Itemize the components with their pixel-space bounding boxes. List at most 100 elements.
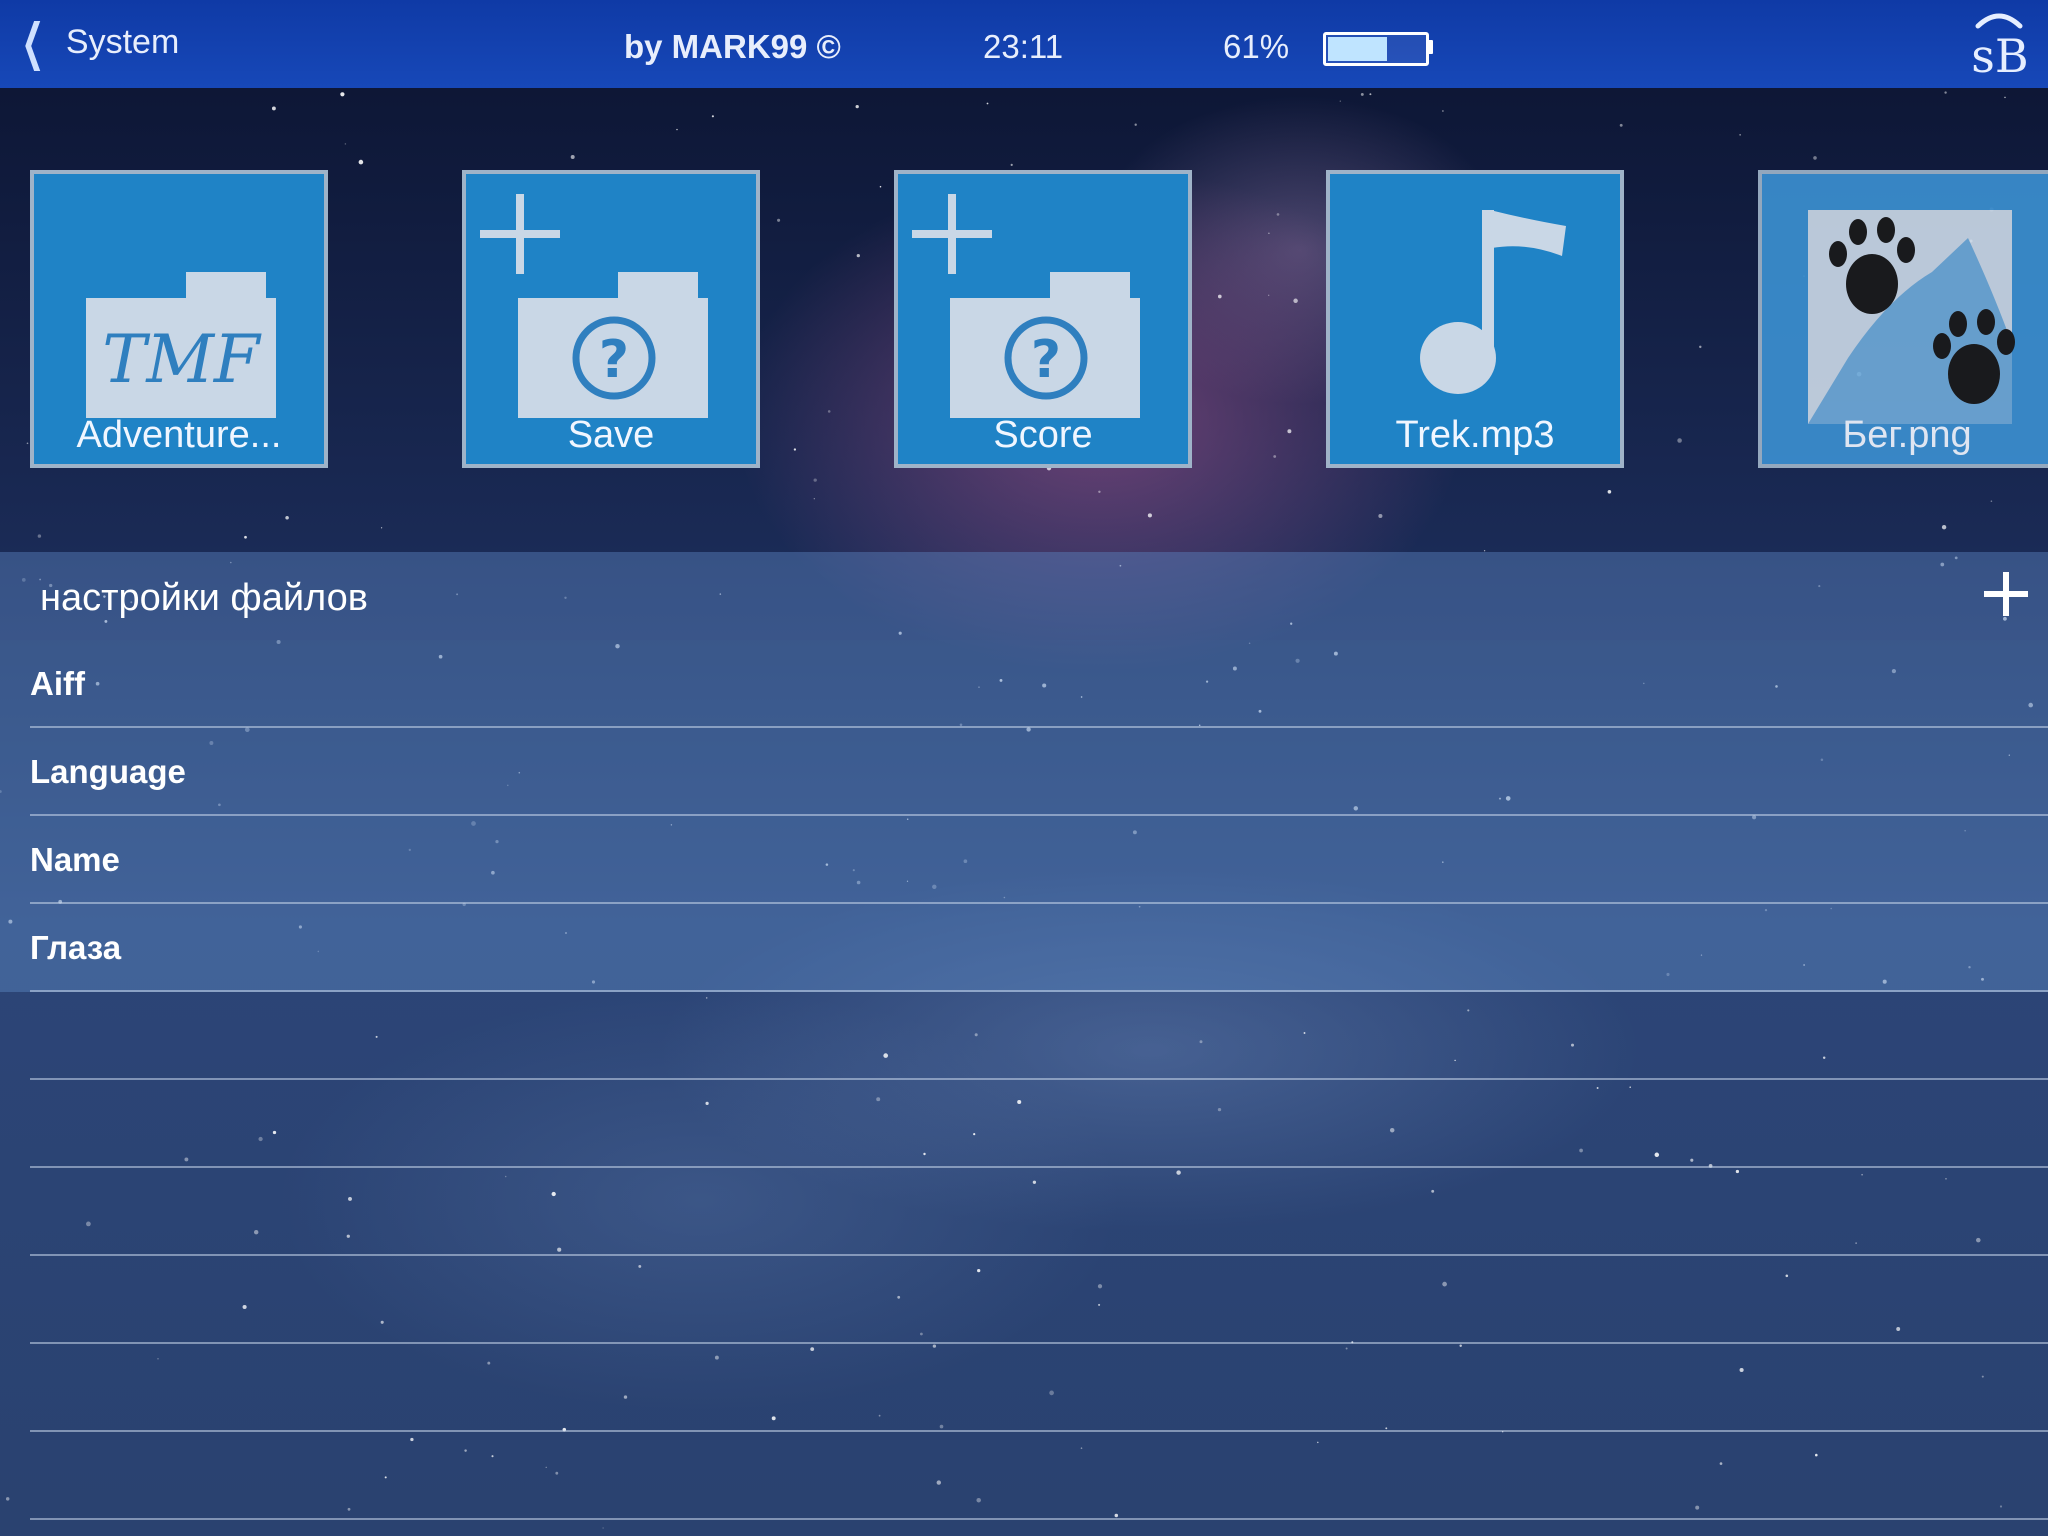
star <box>1454 1059 1456 1062</box>
battery-icon <box>1323 32 1429 66</box>
star <box>1785 1274 1789 1278</box>
tile-beg-png[interactable]: Бег.png <box>1758 170 2048 468</box>
star <box>897 1295 901 1299</box>
star <box>1739 1367 1744 1373</box>
star <box>1861 1173 1863 1176</box>
star <box>244 535 247 539</box>
star <box>1813 156 1817 160</box>
add-setting-button[interactable] <box>1984 572 2028 616</box>
file-tiles: TMF Adventure... ? Save ? Score Trek.mp3… <box>0 170 2048 470</box>
divider <box>30 1342 2048 1344</box>
star <box>813 478 817 482</box>
star <box>1981 1375 1984 1378</box>
star <box>1695 1505 1700 1510</box>
list-item-name[interactable]: Name <box>0 816 2048 904</box>
divider <box>30 1166 2048 1168</box>
star <box>705 997 708 999</box>
star <box>876 1097 881 1102</box>
star <box>1010 163 1013 166</box>
star <box>923 1152 926 1156</box>
star <box>1735 1169 1740 1174</box>
star <box>1032 1180 1037 1184</box>
star <box>1467 1009 1470 1012</box>
star <box>1442 110 1444 112</box>
star <box>504 1175 507 1178</box>
star <box>253 1229 259 1235</box>
star <box>242 1304 247 1310</box>
tile-adventure[interactable]: TMF Adventure... <box>30 170 328 468</box>
star <box>1619 123 1623 127</box>
star <box>1442 1281 1447 1287</box>
battery-tip <box>1427 40 1433 54</box>
divider <box>30 1254 2048 1256</box>
tile-label: Adventure... <box>76 414 282 456</box>
star <box>1378 513 1383 519</box>
sb-logo-button[interactable]: sB <box>1964 4 2036 82</box>
star <box>1629 1086 1631 1088</box>
tile-save[interactable]: ? Save <box>462 170 760 468</box>
star <box>1855 1242 1857 1244</box>
star <box>705 1101 709 1106</box>
back-button[interactable]: ❮ System <box>12 17 180 67</box>
star <box>676 128 678 131</box>
back-label: System <box>65 23 180 61</box>
list-item-label: Aiff <box>30 665 85 702</box>
star <box>2004 96 2006 99</box>
star <box>932 1344 937 1348</box>
star <box>1134 123 1137 126</box>
list-item-language[interactable]: Language <box>0 728 2048 816</box>
svg-text:?: ? <box>1031 330 1061 390</box>
star <box>348 1196 352 1201</box>
star <box>464 1449 467 1452</box>
star <box>545 1466 547 1468</box>
tile-label: Trek.mp3 <box>1395 414 1555 456</box>
star <box>936 1480 941 1485</box>
star <box>344 143 347 145</box>
star <box>623 1395 628 1399</box>
star <box>1607 490 1612 494</box>
star <box>638 1264 642 1268</box>
star <box>878 1414 881 1417</box>
star <box>1596 1087 1599 1089</box>
tile-label: Save <box>567 414 655 456</box>
star <box>1999 1505 2003 1508</box>
star <box>771 1416 776 1421</box>
star <box>347 1507 351 1511</box>
star <box>714 1355 719 1360</box>
star <box>37 534 42 538</box>
star <box>1098 490 1101 494</box>
tile-score[interactable]: ? Score <box>894 170 1192 468</box>
star <box>1098 1303 1101 1306</box>
star <box>570 155 575 159</box>
star <box>1389 1127 1395 1133</box>
tile-trek-mp3[interactable]: Trek.mp3 <box>1326 170 1624 468</box>
star <box>551 1191 556 1197</box>
star <box>1385 1427 1388 1430</box>
list-item-glaza[interactable]: Глаза <box>0 904 2048 992</box>
settings-header: настройки файлов <box>0 552 2048 640</box>
star <box>973 1133 976 1136</box>
divider <box>30 1078 2048 1080</box>
list-item-aiff[interactable]: Aiff <box>0 640 2048 728</box>
star <box>1739 134 1741 136</box>
divider <box>30 1518 2048 1520</box>
list-item-label: Language <box>30 753 186 790</box>
top-bar: ❮ System by MARK99 © 23:11 61% sB <box>0 0 2048 88</box>
star <box>358 159 364 165</box>
star <box>883 1053 889 1058</box>
star <box>1431 1189 1435 1193</box>
star <box>1049 1390 1054 1396</box>
star <box>711 115 714 118</box>
star <box>1990 500 1993 502</box>
star <box>1896 1327 1901 1331</box>
settings-title: настройки файлов <box>40 577 368 619</box>
star <box>1114 1513 1119 1518</box>
star <box>340 92 345 97</box>
star <box>157 1357 159 1360</box>
star <box>410 1437 414 1442</box>
star <box>976 1497 981 1503</box>
star <box>1654 1152 1660 1158</box>
star <box>487 1361 491 1365</box>
star <box>86 1221 91 1227</box>
svg-text:TMF: TMF <box>102 321 262 398</box>
